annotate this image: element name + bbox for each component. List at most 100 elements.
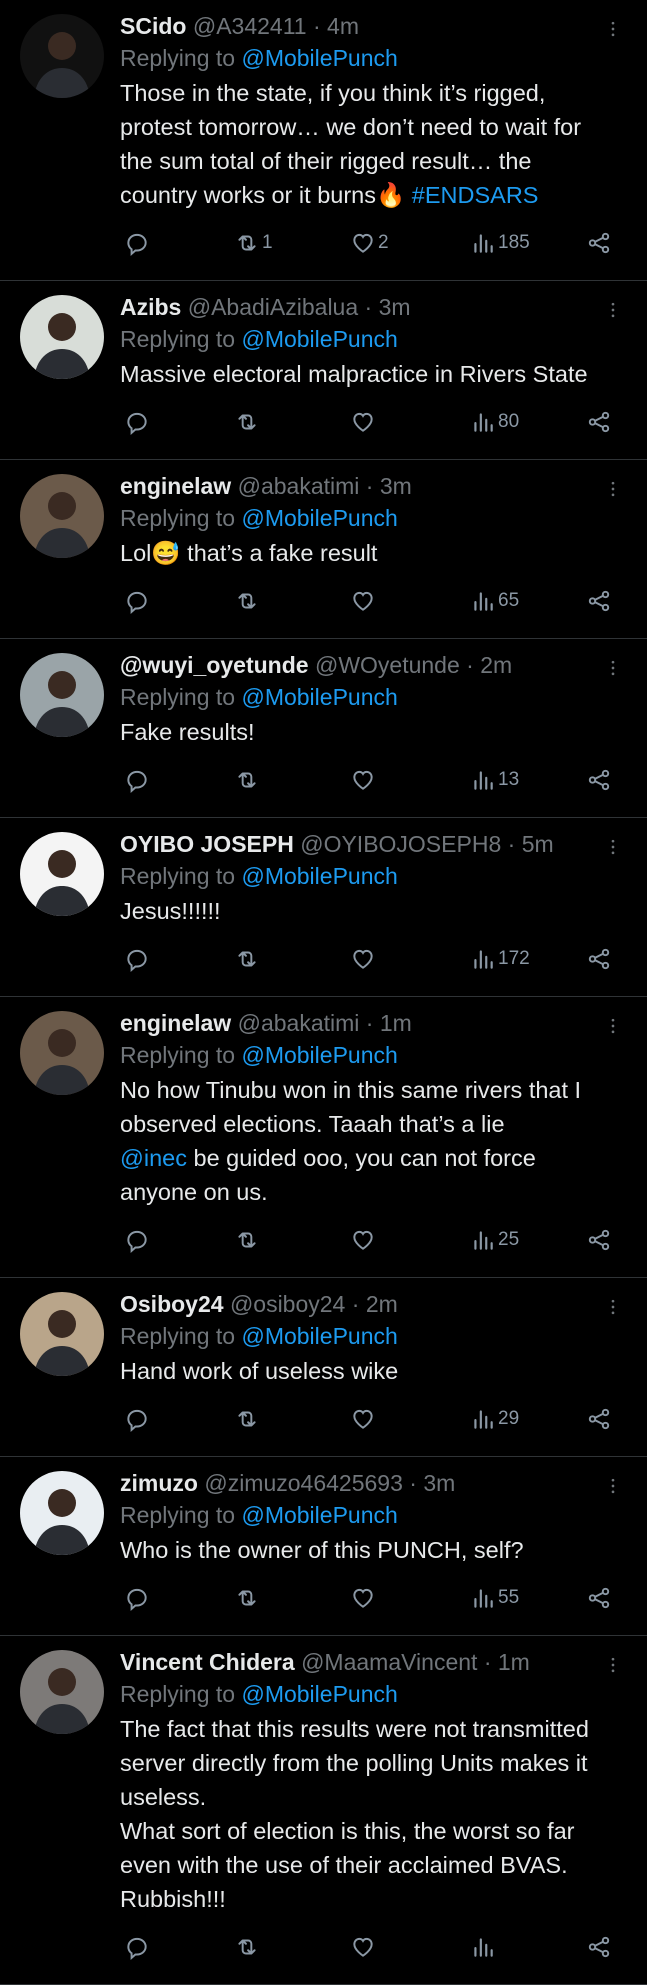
avatar[interactable]	[20, 1471, 104, 1555]
mention-link[interactable]: @MobilePunch	[241, 1502, 397, 1528]
more-icon[interactable]	[603, 14, 623, 44]
views-button[interactable]: 29	[470, 1404, 519, 1434]
display-name[interactable]: OYIBO JOSEPH	[120, 831, 294, 857]
more-icon[interactable]	[603, 653, 623, 683]
user-handle[interactable]: @abakatimi	[238, 473, 360, 499]
tweet[interactable]: Osiboy24 @osiboy24 · 2m Replying to @Mobi…	[0, 1278, 647, 1457]
avatar[interactable]	[20, 653, 104, 737]
share-button[interactable]	[586, 1404, 612, 1434]
user-handle[interactable]: @AbadiAzibalua	[188, 294, 358, 320]
avatar[interactable]	[20, 1292, 104, 1376]
tweet[interactable]: enginelaw @abakatimi · 1m Replying to @Mo…	[0, 997, 647, 1278]
retweet-button[interactable]	[234, 1932, 262, 1962]
mention-link[interactable]: @MobilePunch	[241, 684, 397, 710]
retweet-button[interactable]	[234, 1404, 262, 1434]
like-button[interactable]	[350, 1583, 378, 1613]
retweet-button[interactable]	[234, 765, 262, 795]
retweet-button[interactable]	[234, 944, 262, 974]
retweet-button[interactable]	[234, 407, 262, 437]
display-name[interactable]: Vincent Chidera	[120, 1649, 295, 1675]
share-button[interactable]	[586, 228, 612, 258]
timestamp[interactable]: 5m	[522, 831, 554, 857]
more-icon[interactable]	[603, 1650, 623, 1680]
avatar[interactable]	[20, 1011, 104, 1095]
share-button[interactable]	[586, 1225, 612, 1255]
avatar[interactable]	[20, 14, 104, 98]
retweet-button[interactable]: 1	[234, 228, 273, 258]
mention-link[interactable]: @MobilePunch	[241, 45, 397, 71]
avatar[interactable]	[20, 474, 104, 558]
like-button[interactable]	[350, 1932, 378, 1962]
timestamp[interactable]: 3m	[379, 294, 411, 320]
mention-link[interactable]: @MobilePunch	[241, 863, 397, 889]
views-button[interactable]: 172	[470, 944, 530, 974]
more-icon[interactable]	[603, 832, 623, 862]
display-name[interactable]: Osiboy24	[120, 1291, 224, 1317]
more-icon[interactable]	[603, 1292, 623, 1322]
avatar[interactable]	[20, 1650, 104, 1734]
user-handle[interactable]: @MaamaVincent	[301, 1649, 477, 1675]
share-button[interactable]	[586, 765, 612, 795]
tweet[interactable]: @wuyi_oyetunde @WOyetunde · 2m Replying t…	[0, 639, 647, 818]
reply-button[interactable]	[124, 1404, 150, 1434]
share-button[interactable]	[586, 1583, 612, 1613]
mention-link[interactable]: @inec	[120, 1145, 187, 1171]
tweet[interactable]: Azibs @AbadiAzibalua · 3m Replying to @Mo…	[0, 281, 647, 460]
views-button[interactable]: 55	[470, 1583, 519, 1613]
more-icon[interactable]	[603, 1011, 623, 1041]
share-button[interactable]	[586, 1932, 612, 1962]
share-button[interactable]	[586, 586, 612, 616]
views-button[interactable]	[470, 1932, 498, 1962]
timestamp[interactable]: 3m	[423, 1470, 455, 1496]
reply-button[interactable]	[124, 765, 150, 795]
mention-link[interactable]: @MobilePunch	[241, 1323, 397, 1349]
display-name[interactable]: Azibs	[120, 294, 181, 320]
like-button[interactable]	[350, 407, 378, 437]
more-icon[interactable]	[603, 295, 623, 325]
like-button[interactable]	[350, 1225, 378, 1255]
views-button[interactable]: 13	[470, 765, 519, 795]
retweet-button[interactable]	[234, 586, 262, 616]
tweet[interactable]: Vincent Chidera @MaamaVincent · 1m Replyi…	[0, 1636, 647, 1985]
views-button[interactable]: 25	[470, 1225, 519, 1255]
avatar[interactable]	[20, 832, 104, 916]
share-button[interactable]	[586, 407, 612, 437]
like-button[interactable]	[350, 765, 378, 795]
display-name[interactable]: @wuyi_oyetunde	[120, 652, 309, 678]
reply-button[interactable]	[124, 1225, 150, 1255]
views-button[interactable]: 65	[470, 586, 519, 616]
display-name[interactable]: SCido	[120, 13, 186, 39]
retweet-button[interactable]	[234, 1583, 262, 1613]
timestamp[interactable]: 2m	[366, 1291, 398, 1317]
user-handle[interactable]: @zimuzo46425693	[204, 1470, 403, 1496]
user-handle[interactable]: @abakatimi	[238, 1010, 360, 1036]
reply-button[interactable]	[124, 944, 150, 974]
user-handle[interactable]: @WOyetunde	[315, 652, 460, 678]
mention-link[interactable]: @MobilePunch	[241, 1042, 397, 1068]
share-button[interactable]	[586, 944, 612, 974]
display-name[interactable]: enginelaw	[120, 1010, 231, 1036]
views-button[interactable]: 80	[470, 407, 519, 437]
tweet[interactable]: OYIBO JOSEPH @OYIBOJOSEPH8 · 5m Replying …	[0, 818, 647, 997]
tweet[interactable]: zimuzo @zimuzo46425693 · 3m Replying to @…	[0, 1457, 647, 1636]
more-icon[interactable]	[603, 474, 623, 504]
reply-button[interactable]	[124, 407, 150, 437]
more-icon[interactable]	[603, 1471, 623, 1501]
timestamp[interactable]: 1m	[498, 1649, 530, 1675]
reply-button[interactable]	[124, 1583, 150, 1613]
display-name[interactable]: enginelaw	[120, 473, 231, 499]
views-button[interactable]: 185	[470, 228, 530, 258]
like-button[interactable]: 2	[350, 228, 389, 258]
reply-button[interactable]	[124, 586, 150, 616]
timestamp[interactable]: 1m	[380, 1010, 412, 1036]
user-handle[interactable]: @A342411	[193, 13, 307, 39]
tweet[interactable]: SCido @A342411 · 4m Replying to @MobilePu…	[0, 0, 647, 281]
avatar[interactable]	[20, 295, 104, 379]
mention-link[interactable]: @MobilePunch	[241, 505, 397, 531]
like-button[interactable]	[350, 944, 378, 974]
like-button[interactable]	[350, 586, 378, 616]
tweet[interactable]: enginelaw @abakatimi · 3m Replying to @Mo…	[0, 460, 647, 639]
user-handle[interactable]: @OYIBOJOSEPH8	[300, 831, 501, 857]
retweet-button[interactable]	[234, 1225, 262, 1255]
like-button[interactable]	[350, 1404, 378, 1434]
